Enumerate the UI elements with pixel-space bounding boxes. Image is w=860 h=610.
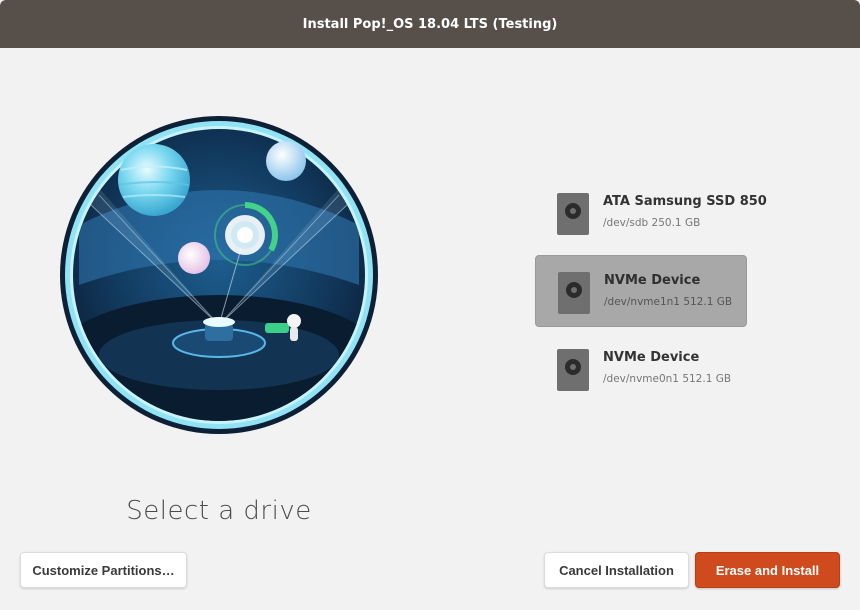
- drive-list: ATA Samsung SSD 850 /dev/sdb 250.1 GB NV…: [535, 177, 767, 411]
- window-title: Install Pop!_OS 18.04 LTS (Testing): [302, 16, 558, 32]
- drive-path: /dev/nvme0n1 512.1 GB: [603, 373, 732, 385]
- hard-disk-icon: [557, 193, 589, 235]
- drive-path: /dev/sdb 250.1 GB: [603, 217, 701, 229]
- page-heading: Select a drive: [126, 496, 312, 526]
- drive-name: NVMe Device: [603, 350, 700, 365]
- drive-option-nvme0n1[interactable]: NVMe Device /dev/nvme0n1 512.1 GB: [535, 333, 747, 405]
- drive-path: /dev/nvme1n1 512.1 GB: [604, 296, 733, 308]
- space-illustration: [59, 115, 379, 435]
- window-titlebar[interactable]: Install Pop!_OS 18.04 LTS (Testing): [0, 0, 860, 48]
- drive-name: NVMe Device: [604, 273, 701, 288]
- cancel-installation-button[interactable]: Cancel Installation: [544, 552, 689, 588]
- drive-option-nvme1n1[interactable]: NVMe Device /dev/nvme1n1 512.1 GB: [535, 255, 747, 327]
- hard-disk-icon: [558, 272, 590, 314]
- drive-name: ATA Samsung SSD 850: [603, 194, 767, 209]
- erase-and-install-button[interactable]: Erase and Install: [695, 552, 840, 588]
- customize-partitions-button[interactable]: Customize Partitions…: [20, 552, 187, 588]
- drive-option-sdb[interactable]: ATA Samsung SSD 850 /dev/sdb 250.1 GB: [535, 177, 767, 249]
- hard-disk-icon: [557, 349, 589, 391]
